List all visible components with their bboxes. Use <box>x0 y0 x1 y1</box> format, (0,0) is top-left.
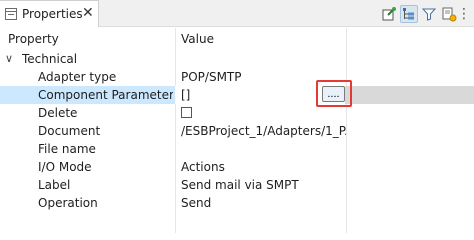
property-name: Delete <box>38 106 78 120</box>
delete-checkbox[interactable] <box>181 107 192 118</box>
property-value[interactable]: Send <box>181 196 346 210</box>
property-row-delete[interactable]: Delete <box>0 104 474 122</box>
property-name: Document <box>38 124 101 138</box>
property-value[interactable]: [] <box>181 88 311 102</box>
group-label: Technical <box>22 52 78 66</box>
group-row-technical[interactable]: ∨ Technical <box>0 50 474 68</box>
property-row-component-parameters[interactable]: Component Parameters [] .... <box>0 86 474 104</box>
property-name: I/O Mode <box>38 160 92 174</box>
tab-title: Properties <box>22 7 83 21</box>
column-header: Property Value <box>0 28 474 49</box>
pin-icon[interactable] <box>380 5 398 23</box>
value-column-header[interactable]: Value <box>181 32 214 46</box>
property-name: Operation <box>38 196 98 210</box>
annotation-highlight-box <box>316 80 352 107</box>
restore-defaults-icon[interactable] <box>440 5 458 23</box>
chevron-down-icon[interactable]: ∨ <box>5 52 13 65</box>
property-row-io-mode[interactable]: I/O Mode Actions <box>0 158 474 176</box>
properties-icon <box>5 8 17 20</box>
property-value[interactable]: Send mail via SMPT <box>181 178 346 192</box>
property-name: Label <box>38 178 71 192</box>
property-row-file-name[interactable]: File name <box>0 140 474 158</box>
property-row-label[interactable]: Label Send mail via SMPT <box>0 176 474 194</box>
property-value[interactable]: Actions <box>181 160 346 174</box>
property-row-operation[interactable]: Operation Send <box>0 194 474 212</box>
view-tab-bar: Properties ✕ ⋮ <box>0 0 474 27</box>
property-name: Adapter type <box>38 70 117 84</box>
categories-icon[interactable] <box>400 5 418 23</box>
property-name: File name <box>38 142 96 156</box>
view-menu-icon[interactable]: ⋮ <box>457 5 471 23</box>
filter-icon[interactable] <box>420 5 438 23</box>
property-row-adapter-type[interactable]: Adapter type POP/SMTP <box>0 68 474 86</box>
close-icon[interactable]: ✕ <box>82 4 94 22</box>
property-name: Component Parameters <box>38 88 173 102</box>
property-column-header[interactable]: Property <box>8 32 59 46</box>
property-value[interactable]: /ESBProject_1/Adapters/1_P... <box>181 124 346 138</box>
properties-tab[interactable]: Properties ✕ <box>0 0 99 27</box>
property-row-document[interactable]: Document /ESBProject_1/Adapters/1_P... <box>0 122 474 140</box>
